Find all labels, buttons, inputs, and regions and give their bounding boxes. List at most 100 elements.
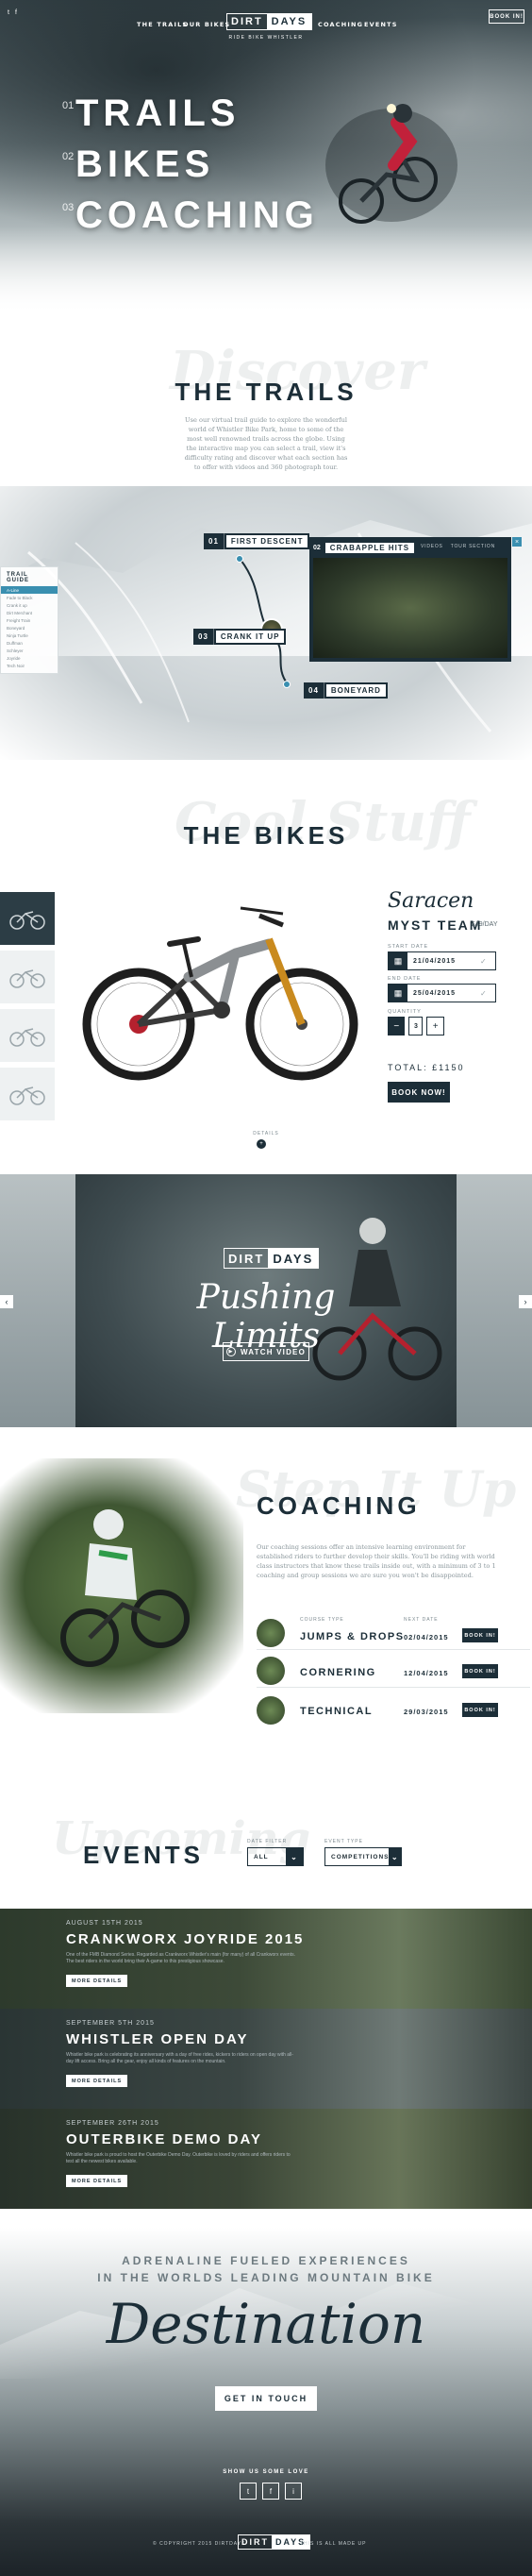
bike-thumb-icon	[9, 1028, 45, 1047]
facebook-icon[interactable]: f	[15, 9, 17, 16]
calendar-icon: ▦	[389, 985, 407, 1002]
popup-header: 02 CRABAPPLE HITS	[313, 541, 415, 554]
footer-love: SHOW US SOME LOVE	[223, 2469, 309, 2475]
marker-dot-1[interactable]	[236, 555, 243, 563]
coaching-book-button[interactable]: BOOK IN!	[462, 1703, 498, 1717]
bike-thumb[interactable]	[0, 1068, 55, 1120]
book-in-button[interactable]: Book In!	[489, 9, 524, 24]
event-date: SEPTEMBER 5TH 2015	[66, 2020, 155, 2027]
coaching-book-button[interactable]: BOOK IN!	[462, 1664, 498, 1678]
trail-guide-item[interactable]: Dirt Merchant	[1, 609, 58, 616]
footer-line2: IN THE WORLDS LEADING MOUNTAIN BIKE	[97, 2271, 435, 2284]
chevron-left-icon[interactable]: ‹	[0, 1295, 13, 1308]
nav-link-trails[interactable]: The Trails	[137, 21, 188, 28]
trail-guide-panel: TRAIL GUIDE A-Line Fade to Black Crank i…	[0, 566, 58, 674]
hero-word-bikes[interactable]: BIKES	[75, 143, 214, 186]
get-in-touch-button[interactable]: GET IN TOUCH	[215, 2386, 317, 2411]
facebook-icon[interactable]: f	[262, 2483, 279, 2500]
trail-guide-item[interactable]: Fade to Black	[1, 594, 58, 601]
trail-guide-item[interactable]: Duffman	[1, 639, 58, 647]
trail-marker-crank-it-up[interactable]: 03 CRANK IT UP	[193, 629, 287, 645]
start-date-field[interactable]: ▦ 21/04/2015 ✓	[388, 951, 496, 970]
coaching-thumb	[257, 1619, 285, 1647]
trail-guide-item[interactable]: A-Line	[1, 586, 58, 594]
bike-thumb-icon	[9, 911, 45, 930]
trail-guide-item[interactable]: Tech Noir	[1, 662, 58, 669]
event-card[interactable]: SEPTEMBER 26TH 2015 OUTERBIKE DEMO DAY W…	[0, 2109, 532, 2209]
marker-label: CRANK IT UP	[215, 631, 285, 643]
nav-link-events[interactable]: Events	[364, 21, 398, 28]
video-logo-days: DAYS	[268, 1249, 319, 1268]
footer-social: t f i	[240, 2483, 302, 2500]
chevron-right-icon[interactable]: ›	[519, 1295, 532, 1308]
trail-guide-item[interactable]: Boneyard	[1, 624, 58, 631]
hero-word-trails[interactable]: TRAILS	[75, 93, 240, 135]
coaching-title: COACHING	[257, 1491, 421, 1520]
trail-marker-first-descent[interactable]: 01 FIRST DESCENT	[204, 533, 310, 549]
trail-guide-item[interactable]: Joyride	[1, 654, 58, 662]
date-filter-select[interactable]: ALL ⌄	[247, 1847, 304, 1866]
event-title: CRANKWORX JOYRIDE 2015	[66, 1931, 305, 1947]
event-title: OUTERBIKE DEMO DAY	[66, 2131, 262, 2147]
watch-video-button[interactable]: ▶ WATCH VIDEO	[223, 1342, 309, 1361]
coaching-row-title: JUMPS & DROPS	[300, 1631, 405, 1642]
trail-guide-item[interactable]: Schleyer	[1, 647, 58, 654]
trail-guide-title: TRAIL GUIDE	[7, 572, 30, 583]
popup-num: 02	[313, 544, 321, 551]
event-type-select[interactable]: COMPETITIONS ⌄	[324, 1847, 402, 1866]
event-more-details-button[interactable]: MORE DETAILS	[66, 2075, 128, 2087]
footer-script: Destination	[106, 2292, 426, 2356]
marker-dot-4[interactable]	[283, 681, 291, 688]
twitter-icon[interactable]: t	[240, 2483, 257, 2500]
bike-thumb[interactable]	[0, 1009, 55, 1062]
twitter-icon[interactable]: t	[8, 9, 9, 16]
event-more-details-button[interactable]: MORE DETAILS	[66, 2175, 128, 2187]
minus-icon[interactable]: −	[388, 1017, 406, 1035]
bike-thumb-icon	[9, 1086, 45, 1105]
bike-thumb-icon	[9, 969, 45, 988]
event-card[interactable]: SEPTEMBER 5TH 2015 WHISTLER OPEN DAY Whi…	[0, 2009, 532, 2109]
hero-social: t f	[8, 9, 17, 16]
hero-section: t f The Trails Our Bikes DIRT DAYS Ride …	[0, 0, 532, 321]
event-more-details-button[interactable]: MORE DETAILS	[66, 1975, 128, 1987]
check-icon: ✓	[480, 956, 487, 966]
footer-logo-dirt: DIRT	[241, 2537, 269, 2547]
events-title: EVENTS	[83, 1841, 205, 1869]
coaching-rider-image	[60, 1509, 190, 1667]
site-logo[interactable]: DIRT DAYS	[226, 13, 313, 30]
hero-num-2: 02	[62, 151, 75, 162]
trail-guide-item[interactable]: Freight Train	[1, 616, 58, 624]
event-card[interactable]: AUGUST 15TH 2015 CRANKWORX JOYRIDE 2015 …	[0, 1909, 532, 2009]
end-date-value: 25/04/2015	[413, 989, 457, 997]
coaching-book-button[interactable]: BOOK IN!	[462, 1628, 498, 1642]
quantity-value[interactable]: 3	[408, 1017, 424, 1035]
hero-rider-image	[325, 104, 457, 224]
play-icon: ▶	[225, 1347, 236, 1356]
popup-close-icon[interactable]: ×	[512, 537, 522, 547]
quantity-stepper[interactable]: − 3 +	[388, 1017, 444, 1035]
trail-guide-item[interactable]: Ninja Turtle	[1, 631, 58, 639]
start-date-label: START DATE	[388, 944, 429, 950]
book-now-button[interactable]: BOOK NOW!	[388, 1082, 450, 1103]
hero-word-coaching[interactable]: COACHING	[75, 194, 319, 237]
coaching-body: Our coaching sessions offer an intensive…	[257, 1543, 496, 1579]
trail-guide-item[interactable]: Crank it up	[1, 601, 58, 609]
logo-tagline: Ride Bike Whistler	[228, 35, 304, 41]
plus-icon[interactable]: +	[426, 1017, 444, 1035]
popup-tour-link[interactable]: Tour Section	[451, 544, 495, 549]
popup-videos-link[interactable]: Videos	[421, 544, 443, 549]
trail-popup[interactable]: 02 CRABAPPLE HITS Videos Tour Section	[309, 537, 511, 662]
instagram-icon[interactable]: i	[285, 2483, 302, 2500]
bike-thumb[interactable]	[0, 892, 55, 945]
bike-thumb[interactable]	[0, 951, 55, 1003]
nav-link-coaching[interactable]: Coaching	[318, 21, 363, 28]
nav-link-bikes[interactable]: Our Bikes	[183, 21, 230, 28]
trail-map[interactable]: 01 FIRST DESCENT 03 CRANK IT UP 04 BONEY…	[0, 486, 532, 760]
hero-num-1: 01	[62, 100, 75, 111]
end-date-field[interactable]: ▦ 25/04/2015 ✓	[388, 984, 496, 1002]
trail-marker-boneyard[interactable]: 04 BONEYARD	[304, 682, 388, 699]
event-type-value: COMPETITIONS	[331, 1853, 390, 1860]
details-plus-icon[interactable]: +	[257, 1139, 266, 1149]
quantity-label: QUANTITY	[388, 1009, 422, 1015]
marker-label: FIRST DESCENT	[225, 535, 308, 547]
